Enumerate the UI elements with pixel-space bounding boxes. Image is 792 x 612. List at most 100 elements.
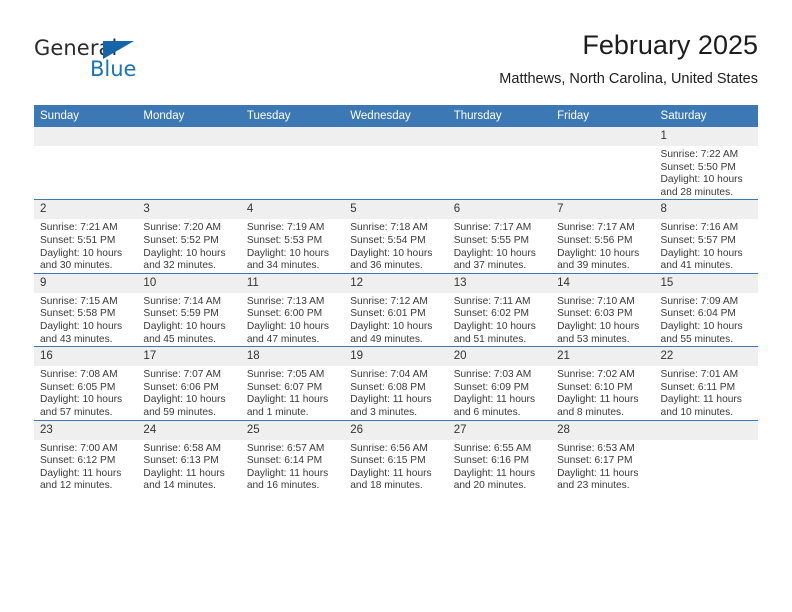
calendar-day-cell[interactable]: 8 Sunrise: 7:16 AM Sunset: 5:57 PM Daylight… <box>654 199 758 274</box>
calendar-day-cell[interactable]: 1 Sunrise: 7:22 AM Sunset: 5:50 PM Daylight… <box>654 127 758 200</box>
sunrise-text: Sunrise: 7:05 AM <box>246 369 325 381</box>
calendar-cell-empty <box>137 127 241 200</box>
general-blue-logo[interactable]: General Blue <box>34 36 204 88</box>
day-sun-info: Sunrise: 7:09 AM Sunset: 6:04 PM Daylight:… <box>655 293 758 346</box>
day-number: 8 <box>654 200 758 220</box>
day-number: 9 <box>34 273 138 293</box>
calendar-day-cell[interactable]: 4 Sunrise: 7:19 AM Sunset: 5:53 PM Daylight… <box>240 199 345 274</box>
sunset-text: Sunset: 6:07 PM <box>246 381 323 393</box>
day-sun-info: Sunrise: 6:58 AM Sunset: 6:13 PM Daylight:… <box>137 440 240 493</box>
calendar-day-cell[interactable]: 22 Sunrise: 7:01 AM Sunset: 6:11 PM Dayligh… <box>654 346 758 420</box>
daylight-text: Daylight: 10 hours and 39 minutes. <box>557 247 640 272</box>
column-header-saturday: Saturday <box>654 105 758 127</box>
day-number: 20 <box>447 347 552 367</box>
sunset-text: Sunset: 5:56 PM <box>557 234 633 246</box>
sunrise-text: Sunrise: 7:00 AM <box>40 442 118 454</box>
sunset-text: Sunset: 6:17 PM <box>557 455 633 467</box>
day-sun-info: Sunrise: 7:20 AM Sunset: 5:52 PM Daylight:… <box>137 219 240 272</box>
calendar-day-cell[interactable]: 18 Sunrise: 7:05 AM Sunset: 6:07 PM Dayligh… <box>240 346 345 420</box>
daylight-text: Daylight: 10 hours and 43 minutes. <box>40 320 123 345</box>
sunset-text: Sunset: 5:58 PM <box>40 308 116 320</box>
sunset-text: Sunset: 6:09 PM <box>453 381 530 393</box>
calendar-day-cell[interactable]: 9 Sunrise: 7:15 AM Sunset: 5:58 PM Daylight… <box>34 272 138 347</box>
calendar-day-cell[interactable]: 19 Sunrise: 7:04 AM Sunset: 6:08 PM Dayligh… <box>344 346 448 420</box>
calendar-day-cell[interactable]: 2 Sunrise: 7:21 AM Sunset: 5:51 PM Daylight… <box>34 199 138 274</box>
day-sun-info: Sunrise: 6:56 AM Sunset: 6:15 PM Daylight:… <box>344 440 447 493</box>
sunset-text: Sunset: 5:50 PM <box>660 161 736 173</box>
daylight-text: Daylight: 10 hours and 30 minutes. <box>40 247 123 272</box>
calendar-day-cell[interactable]: 3 Sunrise: 7:20 AM Sunset: 5:52 PM Daylight… <box>137 199 241 274</box>
day-number: 23 <box>34 420 138 440</box>
calendar-day-cell[interactable]: 21 Sunrise: 7:02 AM Sunset: 6:10 PM Dayligh… <box>551 346 655 420</box>
sunset-text: Sunset: 6:12 PM <box>40 455 116 467</box>
calendar-day-cell[interactable]: 6 Sunrise: 7:17 AM Sunset: 5:55 PM Daylight… <box>447 199 552 274</box>
day-sun-info: Sunrise: 7:12 AM Sunset: 6:01 PM Daylight:… <box>344 293 447 346</box>
daylight-text: Daylight: 10 hours and 32 minutes. <box>143 247 226 272</box>
day-sun-info: Sunrise: 7:02 AM Sunset: 6:10 PM Daylight:… <box>551 366 654 419</box>
calendar-day-cell[interactable]: 11 Sunrise: 7:13 AM Sunset: 6:00 PM Dayligh… <box>240 272 345 347</box>
calendar-day-cell[interactable]: 23 Sunrise: 7:00 AM Sunset: 6:12 PM Dayligh… <box>34 419 138 493</box>
calendar-day-cell[interactable]: 26 Sunrise: 6:56 AM Sunset: 6:15 PM Dayligh… <box>344 419 448 493</box>
calendar-week-row: 2 Sunrise: 7:21 AM Sunset: 5:51 PM Daylight… <box>34 199 758 274</box>
sunset-text: Sunset: 6:10 PM <box>557 381 633 393</box>
day-number: 3 <box>137 200 241 220</box>
sunset-text: Sunset: 6:16 PM <box>453 455 530 467</box>
day-sun-info: Sunrise: 7:13 AM Sunset: 6:00 PM Daylight:… <box>241 293 344 346</box>
sunrise-text: Sunrise: 6:58 AM <box>143 442 222 454</box>
calendar-day-cell[interactable]: 12 Sunrise: 7:12 AM Sunset: 6:01 PM Dayligh… <box>344 272 448 347</box>
logo-text-blue: Blue <box>90 57 137 81</box>
day-sun-info: Sunrise: 7:22 AM Sunset: 5:50 PM Daylight:… <box>655 146 758 199</box>
sunrise-text: Sunrise: 6:57 AM <box>246 442 325 454</box>
calendar-body: 1 Sunrise: 7:22 AM Sunset: 5:50 PM Daylight… <box>34 127 758 493</box>
calendar-day-cell[interactable]: 5 Sunrise: 7:18 AM Sunset: 5:54 PM Daylight… <box>344 199 448 274</box>
calendar-cell-empty <box>551 127 655 200</box>
sunrise-text: Sunrise: 7:01 AM <box>660 369 739 381</box>
day-sun-info: Sunrise: 7:21 AM Sunset: 5:51 PM Daylight:… <box>34 219 137 272</box>
day-number: 26 <box>344 420 448 440</box>
calendar-day-cell[interactable]: 24 Sunrise: 6:58 AM Sunset: 6:13 PM Dayligh… <box>137 419 241 493</box>
daylight-text: Daylight: 10 hours and 34 minutes. <box>246 247 329 272</box>
calendar-day-cell[interactable]: 25 Sunrise: 6:57 AM Sunset: 6:14 PM Dayligh… <box>240 419 345 493</box>
calendar-day-cell[interactable]: 14 Sunrise: 7:10 AM Sunset: 6:03 PM Dayligh… <box>551 272 655 347</box>
sunrise-text: Sunrise: 7:07 AM <box>143 369 222 381</box>
sunset-text: Sunset: 5:59 PM <box>143 308 219 320</box>
calendar-day-cell[interactable]: 16 Sunrise: 7:08 AM Sunset: 6:05 PM Dayligh… <box>34 346 138 420</box>
sunrise-text: Sunrise: 7:04 AM <box>350 369 428 381</box>
sunset-text: Sunset: 6:00 PM <box>246 308 323 320</box>
day-number: 6 <box>447 200 552 220</box>
day-number <box>137 127 241 146</box>
day-sun-info: Sunrise: 7:19 AM Sunset: 5:53 PM Daylight:… <box>241 219 344 272</box>
daylight-text: Daylight: 11 hours and 3 minutes. <box>350 394 432 418</box>
day-number <box>447 127 552 146</box>
calendar-day-cell[interactable]: 10 Sunrise: 7:14 AM Sunset: 5:59 PM Dayligh… <box>137 272 241 347</box>
daylight-text: Daylight: 10 hours and 51 minutes. <box>453 320 536 345</box>
sunrise-text: Sunrise: 7:03 AM <box>453 369 532 381</box>
day-sun-info: Sunrise: 7:01 AM Sunset: 6:11 PM Daylight:… <box>655 366 758 419</box>
sunrise-text: Sunrise: 6:53 AM <box>557 442 635 454</box>
sunrise-text: Sunrise: 7:19 AM <box>246 222 325 234</box>
day-number: 28 <box>551 420 655 440</box>
calendar-day-cell[interactable]: 17 Sunrise: 7:07 AM Sunset: 6:06 PM Dayligh… <box>137 346 241 420</box>
daylight-text: Daylight: 10 hours and 47 minutes. <box>246 320 329 345</box>
calendar-day-cell[interactable]: 28 Sunrise: 6:53 AM Sunset: 6:17 PM Dayligh… <box>551 419 655 493</box>
calendar-cell-empty <box>654 419 758 493</box>
calendar-day-cell[interactable]: 13 Sunrise: 7:11 AM Sunset: 6:02 PM Dayligh… <box>447 272 552 347</box>
sunrise-text: Sunrise: 7:17 AM <box>453 222 532 234</box>
calendar-day-cell[interactable]: 27 Sunrise: 6:55 AM Sunset: 6:16 PM Dayligh… <box>447 419 552 493</box>
sunset-text: Sunset: 6:03 PM <box>557 308 633 320</box>
daylight-text: Daylight: 10 hours and 45 minutes. <box>143 320 226 345</box>
daylight-text: Daylight: 10 hours and 37 minutes. <box>453 247 536 272</box>
sunset-text: Sunset: 5:55 PM <box>453 234 530 246</box>
day-number: 4 <box>240 200 345 220</box>
day-sun-info: Sunrise: 6:57 AM Sunset: 6:14 PM Daylight:… <box>241 440 344 493</box>
sunrise-text: Sunrise: 7:09 AM <box>660 295 739 307</box>
calendar-week-row: 1 Sunrise: 7:22 AM Sunset: 5:50 PM Daylight… <box>34 127 758 200</box>
day-number: 22 <box>654 347 758 367</box>
calendar-day-cell[interactable]: 15 Sunrise: 7:09 AM Sunset: 6:04 PM Dayligh… <box>654 272 758 347</box>
calendar-day-cell[interactable]: 20 Sunrise: 7:03 AM Sunset: 6:09 PM Dayligh… <box>447 346 552 420</box>
day-sun-info: Sunrise: 7:18 AM Sunset: 5:54 PM Daylight:… <box>344 219 447 272</box>
daylight-text: Daylight: 11 hours and 18 minutes. <box>350 467 432 492</box>
day-number <box>34 127 138 146</box>
calendar-day-cell[interactable]: 7 Sunrise: 7:17 AM Sunset: 5:56 PM Daylight… <box>551 199 655 274</box>
day-number: 1 <box>654 127 758 146</box>
